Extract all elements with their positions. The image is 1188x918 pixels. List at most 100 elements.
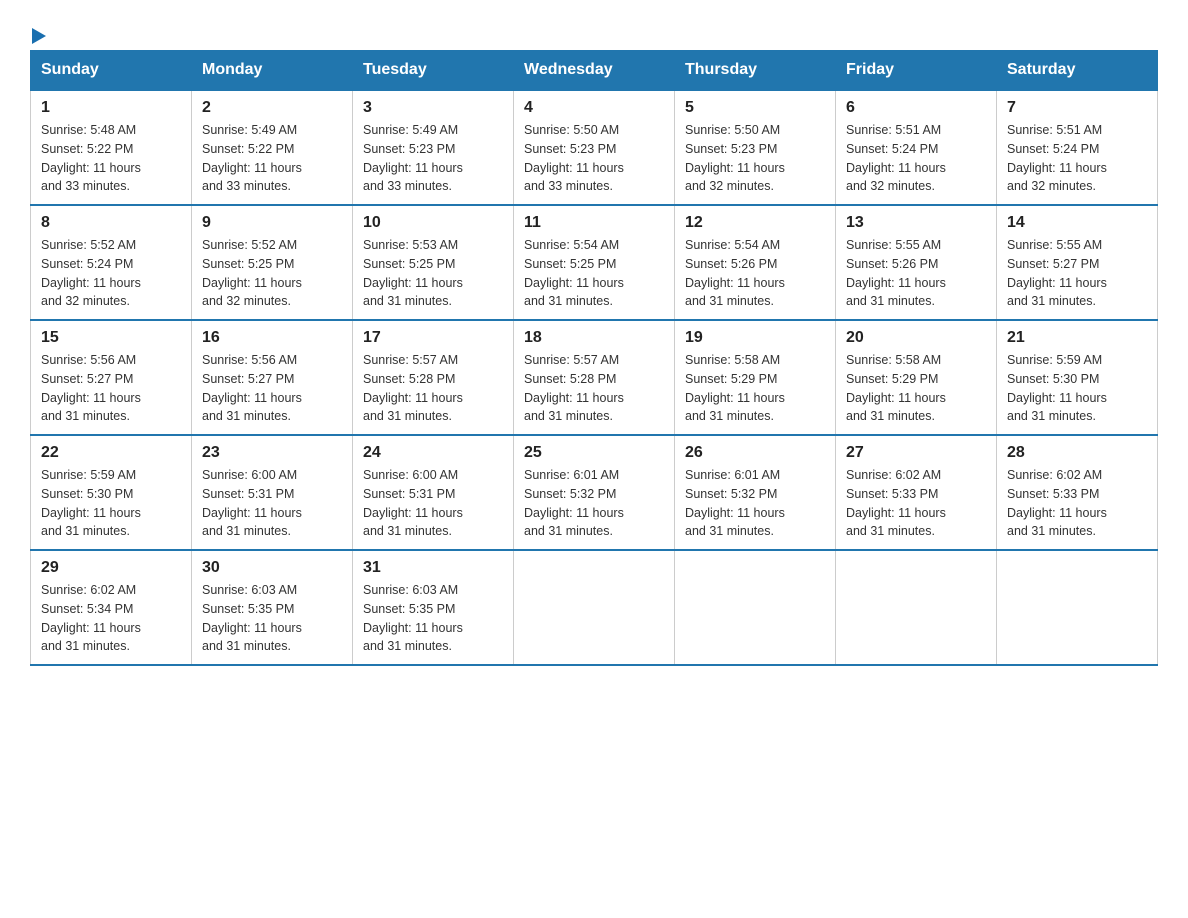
calendar-header-row: SundayMondayTuesdayWednesdayThursdayFrid…: [31, 51, 1158, 91]
day-info: Sunrise: 6:02 AMSunset: 5:33 PMDaylight:…: [1007, 466, 1147, 541]
day-number: 20: [846, 329, 986, 347]
calendar-cell: [836, 550, 997, 665]
day-info: Sunrise: 5:56 AMSunset: 5:27 PMDaylight:…: [202, 351, 342, 426]
day-number: 3: [363, 99, 503, 117]
calendar-cell: [514, 550, 675, 665]
calendar-cell: 30 Sunrise: 6:03 AMSunset: 5:35 PMDaylig…: [192, 550, 353, 665]
day-number: 29: [41, 559, 181, 577]
calendar-cell: 7 Sunrise: 5:51 AMSunset: 5:24 PMDayligh…: [997, 90, 1158, 205]
calendar-cell: 9 Sunrise: 5:52 AMSunset: 5:25 PMDayligh…: [192, 205, 353, 320]
day-number: 17: [363, 329, 503, 347]
calendar-cell: 5 Sunrise: 5:50 AMSunset: 5:23 PMDayligh…: [675, 90, 836, 205]
day-number: 21: [1007, 329, 1147, 347]
calendar-header-saturday: Saturday: [997, 51, 1158, 91]
calendar-header-monday: Monday: [192, 51, 353, 91]
calendar-cell: 31 Sunrise: 6:03 AMSunset: 5:35 PMDaylig…: [353, 550, 514, 665]
day-info: Sunrise: 5:50 AMSunset: 5:23 PMDaylight:…: [524, 121, 664, 196]
day-info: Sunrise: 5:54 AMSunset: 5:25 PMDaylight:…: [524, 236, 664, 311]
day-number: 1: [41, 99, 181, 117]
day-number: 27: [846, 444, 986, 462]
day-info: Sunrise: 6:00 AMSunset: 5:31 PMDaylight:…: [202, 466, 342, 541]
day-number: 16: [202, 329, 342, 347]
day-info: Sunrise: 6:00 AMSunset: 5:31 PMDaylight:…: [363, 466, 503, 541]
day-info: Sunrise: 6:02 AMSunset: 5:33 PMDaylight:…: [846, 466, 986, 541]
day-number: 6: [846, 99, 986, 117]
calendar-cell: 29 Sunrise: 6:02 AMSunset: 5:34 PMDaylig…: [31, 550, 192, 665]
calendar-week-row: 8 Sunrise: 5:52 AMSunset: 5:24 PMDayligh…: [31, 205, 1158, 320]
calendar-header-sunday: Sunday: [31, 51, 192, 91]
day-info: Sunrise: 6:01 AMSunset: 5:32 PMDaylight:…: [524, 466, 664, 541]
calendar-header-tuesday: Tuesday: [353, 51, 514, 91]
calendar-cell: 16 Sunrise: 5:56 AMSunset: 5:27 PMDaylig…: [192, 320, 353, 435]
day-info: Sunrise: 5:49 AMSunset: 5:23 PMDaylight:…: [363, 121, 503, 196]
calendar-week-row: 29 Sunrise: 6:02 AMSunset: 5:34 PMDaylig…: [31, 550, 1158, 665]
day-info: Sunrise: 5:54 AMSunset: 5:26 PMDaylight:…: [685, 236, 825, 311]
day-number: 12: [685, 214, 825, 232]
day-number: 23: [202, 444, 342, 462]
calendar-week-row: 1 Sunrise: 5:48 AMSunset: 5:22 PMDayligh…: [31, 90, 1158, 205]
calendar-cell: 4 Sunrise: 5:50 AMSunset: 5:23 PMDayligh…: [514, 90, 675, 205]
calendar-cell: 24 Sunrise: 6:00 AMSunset: 5:31 PMDaylig…: [353, 435, 514, 550]
calendar-cell: 10 Sunrise: 5:53 AMSunset: 5:25 PMDaylig…: [353, 205, 514, 320]
day-number: 24: [363, 444, 503, 462]
day-number: 15: [41, 329, 181, 347]
calendar-cell: 13 Sunrise: 5:55 AMSunset: 5:26 PMDaylig…: [836, 205, 997, 320]
calendar-cell: 15 Sunrise: 5:56 AMSunset: 5:27 PMDaylig…: [31, 320, 192, 435]
day-info: Sunrise: 5:51 AMSunset: 5:24 PMDaylight:…: [1007, 121, 1147, 196]
calendar-cell: 22 Sunrise: 5:59 AMSunset: 5:30 PMDaylig…: [31, 435, 192, 550]
calendar-cell: 8 Sunrise: 5:52 AMSunset: 5:24 PMDayligh…: [31, 205, 192, 320]
day-info: Sunrise: 5:53 AMSunset: 5:25 PMDaylight:…: [363, 236, 503, 311]
day-info: Sunrise: 5:58 AMSunset: 5:29 PMDaylight:…: [846, 351, 986, 426]
day-number: 22: [41, 444, 181, 462]
calendar-cell: 27 Sunrise: 6:02 AMSunset: 5:33 PMDaylig…: [836, 435, 997, 550]
calendar-cell: [675, 550, 836, 665]
calendar-cell: 21 Sunrise: 5:59 AMSunset: 5:30 PMDaylig…: [997, 320, 1158, 435]
logo: [30, 30, 46, 40]
day-number: 14: [1007, 214, 1147, 232]
day-info: Sunrise: 5:48 AMSunset: 5:22 PMDaylight:…: [41, 121, 181, 196]
calendar-header-wednesday: Wednesday: [514, 51, 675, 91]
day-info: Sunrise: 5:55 AMSunset: 5:27 PMDaylight:…: [1007, 236, 1147, 311]
calendar-cell: 26 Sunrise: 6:01 AMSunset: 5:32 PMDaylig…: [675, 435, 836, 550]
day-info: Sunrise: 6:03 AMSunset: 5:35 PMDaylight:…: [202, 581, 342, 656]
day-number: 18: [524, 329, 664, 347]
calendar-cell: 2 Sunrise: 5:49 AMSunset: 5:22 PMDayligh…: [192, 90, 353, 205]
day-info: Sunrise: 5:59 AMSunset: 5:30 PMDaylight:…: [1007, 351, 1147, 426]
calendar-cell: 18 Sunrise: 5:57 AMSunset: 5:28 PMDaylig…: [514, 320, 675, 435]
calendar-header-thursday: Thursday: [675, 51, 836, 91]
day-number: 26: [685, 444, 825, 462]
day-info: Sunrise: 5:57 AMSunset: 5:28 PMDaylight:…: [524, 351, 664, 426]
day-number: 28: [1007, 444, 1147, 462]
day-number: 9: [202, 214, 342, 232]
day-info: Sunrise: 5:57 AMSunset: 5:28 PMDaylight:…: [363, 351, 503, 426]
calendar-cell: 17 Sunrise: 5:57 AMSunset: 5:28 PMDaylig…: [353, 320, 514, 435]
calendar-cell: 14 Sunrise: 5:55 AMSunset: 5:27 PMDaylig…: [997, 205, 1158, 320]
day-info: Sunrise: 5:49 AMSunset: 5:22 PMDaylight:…: [202, 121, 342, 196]
day-number: 31: [363, 559, 503, 577]
day-number: 4: [524, 99, 664, 117]
day-number: 5: [685, 99, 825, 117]
calendar-cell: 23 Sunrise: 6:00 AMSunset: 5:31 PMDaylig…: [192, 435, 353, 550]
calendar-cell: 19 Sunrise: 5:58 AMSunset: 5:29 PMDaylig…: [675, 320, 836, 435]
calendar-cell: 1 Sunrise: 5:48 AMSunset: 5:22 PMDayligh…: [31, 90, 192, 205]
calendar-cell: 12 Sunrise: 5:54 AMSunset: 5:26 PMDaylig…: [675, 205, 836, 320]
day-info: Sunrise: 5:56 AMSunset: 5:27 PMDaylight:…: [41, 351, 181, 426]
day-number: 25: [524, 444, 664, 462]
day-info: Sunrise: 5:50 AMSunset: 5:23 PMDaylight:…: [685, 121, 825, 196]
calendar-cell: 6 Sunrise: 5:51 AMSunset: 5:24 PMDayligh…: [836, 90, 997, 205]
day-number: 7: [1007, 99, 1147, 117]
day-number: 11: [524, 214, 664, 232]
calendar-cell: [997, 550, 1158, 665]
day-info: Sunrise: 5:59 AMSunset: 5:30 PMDaylight:…: [41, 466, 181, 541]
calendar-cell: 11 Sunrise: 5:54 AMSunset: 5:25 PMDaylig…: [514, 205, 675, 320]
day-info: Sunrise: 6:02 AMSunset: 5:34 PMDaylight:…: [41, 581, 181, 656]
day-info: Sunrise: 6:01 AMSunset: 5:32 PMDaylight:…: [685, 466, 825, 541]
calendar-header-friday: Friday: [836, 51, 997, 91]
day-number: 8: [41, 214, 181, 232]
day-info: Sunrise: 5:51 AMSunset: 5:24 PMDaylight:…: [846, 121, 986, 196]
day-info: Sunrise: 5:52 AMSunset: 5:24 PMDaylight:…: [41, 236, 181, 311]
calendar-cell: 20 Sunrise: 5:58 AMSunset: 5:29 PMDaylig…: [836, 320, 997, 435]
logo-arrow-icon: [32, 28, 46, 44]
day-number: 13: [846, 214, 986, 232]
day-number: 10: [363, 214, 503, 232]
